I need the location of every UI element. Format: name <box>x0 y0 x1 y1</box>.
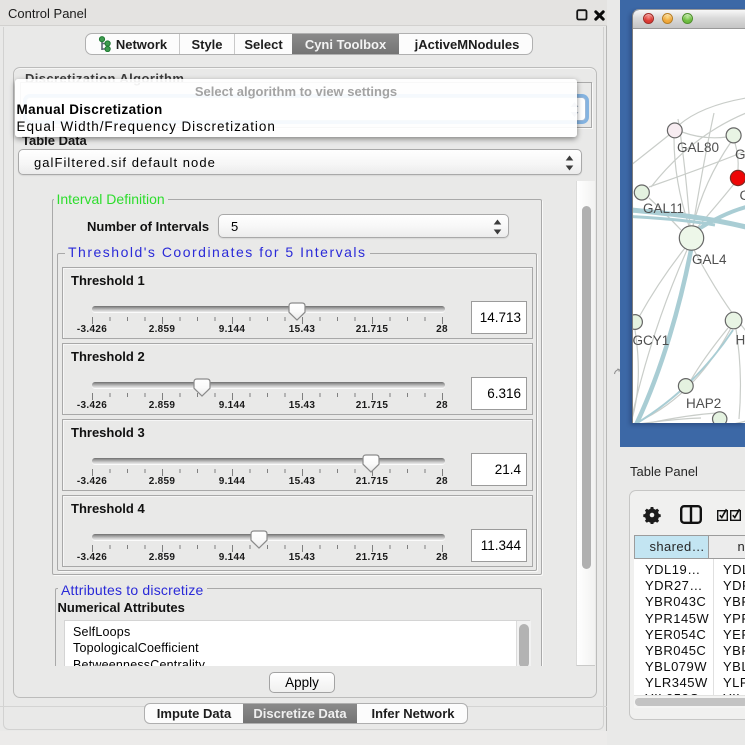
svg-text:HA: HA <box>736 333 745 348</box>
svg-text:HAP2: HAP2 <box>686 396 721 411</box>
svg-text:GAL80: GAL80 <box>677 140 719 155</box>
svg-text:GAL11: GAL11 <box>643 201 684 216</box>
svg-text:GA: GA <box>735 147 745 162</box>
svg-text:GAL4: GAL4 <box>692 252 727 267</box>
svg-text:GCY1: GCY1 <box>633 333 669 348</box>
svg-text:CR: CR <box>740 188 745 203</box>
